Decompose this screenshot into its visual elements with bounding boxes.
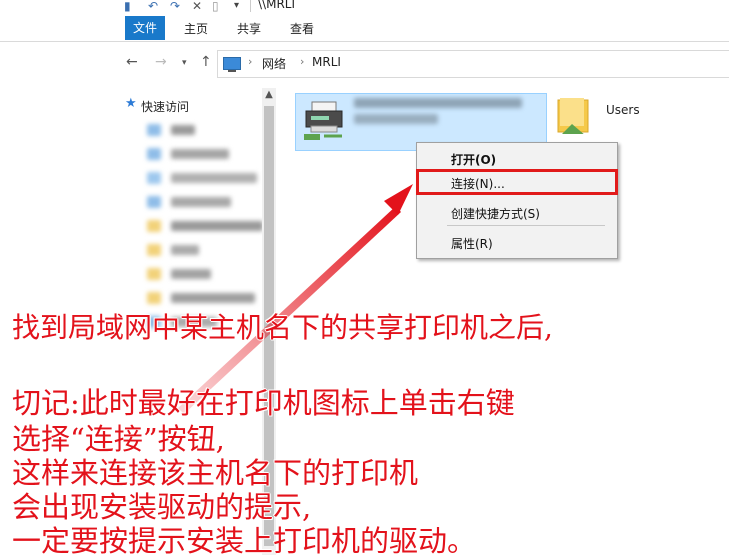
recent-locations-icon[interactable]: ▾ (182, 58, 187, 68)
address-bar[interactable]: › 网络 › MRLI (217, 50, 729, 78)
nav-item-icon (147, 220, 161, 232)
redo-icon[interactable]: ↷ (170, 0, 180, 12)
up-arrow-icon[interactable]: ↑ (200, 54, 212, 70)
computer-icon (223, 57, 241, 70)
menu-item-properties[interactable]: 属性(R) (451, 235, 493, 252)
nav-item-blurred[interactable] (171, 221, 263, 231)
scroll-up-icon[interactable]: ▲ (262, 88, 276, 102)
menu-divider (447, 225, 605, 226)
nav-item-blurred[interactable] (171, 173, 257, 183)
delete-icon[interactable]: ✕ (192, 0, 202, 12)
menu-item-create-shortcut[interactable]: 创建快捷方式(S) (451, 205, 540, 222)
computer-stand-icon (228, 70, 236, 72)
navigation-row: ← → ▾ ↑ › 网络 › MRLI (0, 48, 729, 78)
nav-item-icon (147, 148, 161, 160)
annotation-line-1: 找到局域网中某主机名下的共享打印机之后, (12, 311, 553, 344)
folder-icon[interactable] (556, 96, 590, 134)
customize-toolbar-icon[interactable]: ▾ (234, 0, 239, 12)
nav-item-icon (147, 244, 161, 256)
chevron-right-icon: › (300, 55, 305, 68)
new-folder-icon[interactable]: ▯ (212, 0, 219, 12)
nav-item-blurred[interactable] (171, 125, 195, 135)
back-arrow-icon[interactable]: ← (126, 54, 138, 70)
printer-name-blurred (354, 98, 522, 108)
menu-item-open[interactable]: 打开(O) (451, 151, 496, 168)
printer-icon (304, 101, 343, 140)
nav-item-blurred[interactable] (171, 269, 211, 279)
annotation-line-6: 一定要按提示安装上打印机的驱动。 (12, 524, 477, 558)
tab-home[interactable]: 主页 (184, 19, 208, 39)
nav-item-icon (147, 124, 161, 136)
window-title: \\MRLI (258, 0, 296, 11)
undo-icon[interactable]: ↶ (148, 0, 158, 12)
ribbon: 文件 主页 共享 查看 (0, 16, 729, 42)
quick-access-label[interactable]: 快速访问 (141, 98, 189, 115)
chevron-right-icon: › (248, 55, 253, 68)
breadcrumb-network[interactable]: 网络 (262, 55, 286, 72)
breadcrumb-host[interactable]: MRLI (312, 55, 341, 69)
folder-label[interactable]: Users (606, 103, 640, 117)
nav-item-blurred[interactable] (171, 245, 199, 255)
connect-highlight-box (416, 169, 618, 195)
nav-item-icon (147, 196, 161, 208)
nav-item-icon (147, 292, 161, 304)
nav-item-blurred[interactable] (171, 293, 255, 303)
title-bar: ▮ ↶ ↷ ✕ ▯ ▾ \\MRLI (0, 0, 729, 16)
title-divider (250, 0, 251, 12)
tab-view[interactable]: 查看 (290, 19, 314, 39)
properties-icon[interactable]: ▮ (124, 0, 131, 12)
tab-share[interactable]: 共享 (237, 19, 261, 39)
nav-item-icon (147, 268, 161, 280)
nav-item-icon (147, 172, 161, 184)
nav-item-blurred[interactable] (171, 149, 229, 159)
printer-detail-blurred (354, 114, 438, 124)
star-icon: ★ (125, 96, 137, 111)
context-menu: 打开(O) 连接(N)... 创建快捷方式(S) 属性(R) (416, 142, 618, 259)
forward-arrow-icon[interactable]: → (155, 54, 167, 70)
tab-file[interactable]: 文件 (125, 16, 165, 40)
nav-item-blurred[interactable] (171, 197, 231, 207)
